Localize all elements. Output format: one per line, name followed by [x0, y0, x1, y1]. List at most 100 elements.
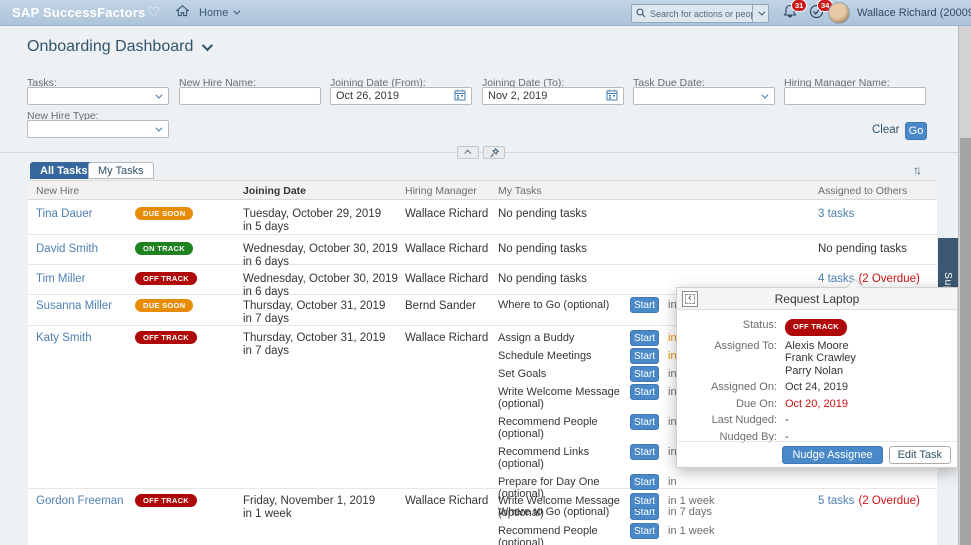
edit-task-button[interactable]: Edit Task	[889, 446, 951, 464]
search-scope-dropdown[interactable]	[752, 5, 768, 22]
col-header-assigned-others[interactable]: Assigned to Others	[818, 185, 907, 197]
pin-filters-button[interactable]	[483, 146, 505, 159]
hiring-manager-input[interactable]	[785, 88, 925, 104]
status-badge: DUE SOON	[135, 207, 193, 220]
assigned-others-cell: 4 tasks(2 Overdue)	[818, 273, 920, 285]
col-header-new-hire[interactable]: New Hire	[36, 185, 79, 197]
sort-icon[interactable]: ↑↓	[913, 163, 919, 177]
vertical-scrollbar[interactable]	[958, 26, 971, 545]
start-task-button[interactable]: Start	[630, 474, 659, 490]
new-hire-link[interactable]: Susanna Miller	[36, 300, 112, 312]
joining-date-cell: Thursday, October 31, 2019in 7 days	[243, 332, 385, 357]
start-task-button[interactable]: Start	[630, 366, 659, 382]
last-nudged-label: Last Nudged:	[677, 414, 777, 427]
col-header-joining-date[interactable]: Joining Date	[243, 185, 306, 197]
chevron-down-icon	[202, 40, 213, 51]
start-task-button[interactable]: Start	[630, 330, 659, 346]
chevron-down-icon	[155, 91, 162, 98]
popup-title: Request Laptop	[775, 292, 860, 306]
joining-date-to-picker[interactable]: Nov 2, 2019	[482, 87, 624, 105]
new-hire-link[interactable]: Tina Dauer	[36, 208, 92, 220]
home-menu[interactable]: Home	[199, 7, 238, 19]
tasks-count-link[interactable]: 5 tasks	[818, 495, 854, 507]
start-task-button[interactable]: Start	[630, 297, 659, 313]
back-button[interactable]: ‹	[682, 291, 698, 307]
joining-date-cell: Thursday, October 31, 2019in 7 days	[243, 300, 385, 325]
search-bar[interactable]: Search for actions or people	[631, 4, 769, 23]
hiring-manager-cell: Wallace Richard	[405, 495, 488, 507]
overdue-count: (2 Overdue)	[858, 273, 919, 285]
chevron-down-icon	[758, 9, 765, 16]
tasks-count-link[interactable]: 3 tasks	[818, 208, 854, 220]
assigned-to-label: Assigned To:	[677, 340, 777, 378]
assigned-on-label: Assigned On:	[677, 381, 777, 394]
status-badge: DUE SOON	[135, 299, 193, 312]
last-nudged-value: -	[785, 414, 789, 427]
notification-count-badge: 31	[791, 0, 807, 12]
start-task-button[interactable]: Start	[630, 414, 659, 430]
collapse-filters-button[interactable]	[457, 146, 479, 159]
status-badge: OFF TRACK	[135, 331, 197, 344]
new-hire-link[interactable]: Katy Smith	[36, 332, 92, 344]
joining-date-cell: Tuesday, October 29, 2019in 5 days	[243, 208, 381, 233]
my-tasks-cell: No pending tasks	[498, 273, 587, 285]
hiring-manager-field-wrap	[784, 87, 926, 105]
status-badge: ON TRACK	[135, 242, 193, 255]
new-hire-name-input[interactable]	[180, 88, 320, 104]
my-tasks-cell: No pending tasks	[498, 243, 587, 255]
due-on-value: Oct 20, 2019	[785, 398, 848, 411]
status-badge: OFF TRACK	[135, 272, 197, 285]
go-button[interactable]: Go	[905, 122, 927, 140]
home-icon[interactable]	[176, 4, 189, 22]
status-badge: OFF TRACK	[135, 494, 197, 507]
start-task-button[interactable]: Start	[630, 493, 659, 509]
hiring-manager-cell: Wallace Richard	[405, 332, 488, 344]
page-title[interactable]: Onboarding Dashboard	[27, 38, 210, 56]
start-task-button[interactable]: Start	[630, 523, 659, 539]
start-task-button[interactable]: Start	[630, 384, 659, 400]
col-header-my-tasks[interactable]: My Tasks	[498, 185, 542, 197]
chevron-down-icon	[234, 8, 241, 15]
assigned-others-cell: 3 tasks	[818, 208, 854, 220]
new-hire-link[interactable]: Gordon Freeman	[36, 495, 124, 507]
task-due-date-select[interactable]	[633, 87, 775, 105]
assigned-to-value: Alexis Moore Frank Crawley Parry Nolan	[785, 340, 856, 378]
heart-icon: ♡	[147, 4, 160, 21]
popup-footer: Nudge Assignee Edit Task	[677, 441, 957, 467]
assignee: Parry Nolan	[785, 365, 856, 378]
tab-my-tasks[interactable]: My Tasks	[88, 162, 154, 179]
todo-button[interactable]: 34	[809, 4, 824, 24]
nudge-assignee-button[interactable]: Nudge Assignee	[782, 446, 882, 464]
new-hire-link[interactable]: Tim Miller	[36, 273, 85, 285]
chevron-down-icon	[761, 91, 768, 98]
user-avatar[interactable]	[828, 2, 850, 24]
joining-date-from-picker[interactable]: Oct 26, 2019	[330, 87, 472, 105]
pin-icon	[490, 148, 499, 158]
tasks-filter-select[interactable]	[27, 87, 169, 105]
notifications-button[interactable]: 31	[783, 4, 797, 24]
due-on-label: Due On:	[677, 398, 777, 411]
search-placeholder: Search for actions or people	[650, 9, 752, 19]
my-tasks-cell: No pending tasks	[498, 208, 587, 220]
sap-successfactors-logo: SAP SuccessFactors	[12, 5, 145, 20]
status-value: OFF TRACK	[785, 319, 847, 336]
user-menu[interactable]: Wallace Richard (200099)	[857, 7, 971, 19]
scrollbar-thumb[interactable]	[960, 138, 971, 545]
hiring-manager-cell: Wallace Richard	[405, 208, 488, 220]
new-hire-type-select[interactable]	[27, 120, 169, 138]
top-bar: SAP SuccessFactors ♡ Home Search for act…	[0, 0, 971, 26]
chevron-down-icon	[155, 124, 162, 131]
calendar-icon[interactable]	[606, 89, 618, 104]
col-header-hiring-manager[interactable]: Hiring Manager	[405, 185, 477, 197]
assigned-others-cell: 5 tasks(2 Overdue)	[818, 495, 920, 507]
onboarding-dashboard-screen: SAP SuccessFactors ♡ Home Search for act…	[0, 0, 971, 545]
new-hire-link[interactable]: David Smith	[36, 243, 98, 255]
calendar-icon[interactable]	[454, 89, 466, 104]
assignee: Frank Crawley	[785, 352, 856, 365]
start-task-button[interactable]: Start	[630, 444, 659, 460]
search-icon	[636, 5, 646, 23]
status-label: Status:	[677, 319, 777, 336]
task-detail-popup: ‹ Request Laptop Status: OFF TRACK Assig…	[676, 287, 958, 468]
clear-button[interactable]: Clear	[872, 124, 899, 136]
start-task-button[interactable]: Start	[630, 348, 659, 364]
